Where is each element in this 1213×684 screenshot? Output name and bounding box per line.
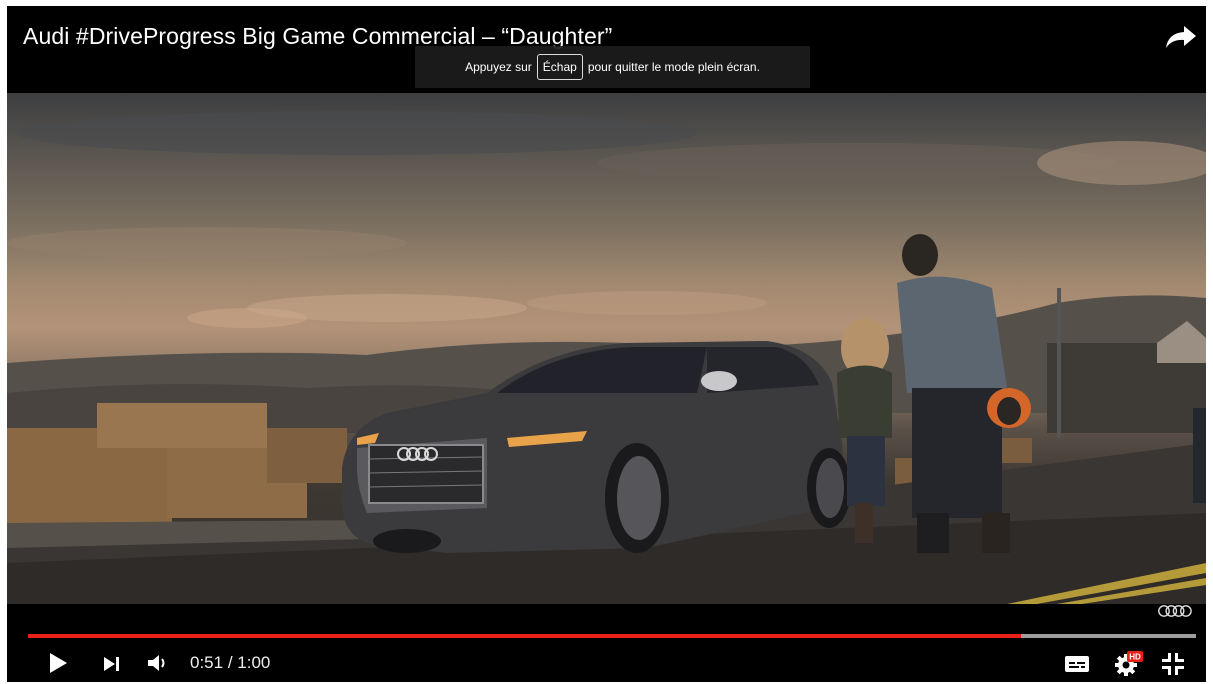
exit-fullscreen-icon — [1162, 653, 1184, 675]
time-display: 0:51 / 1:00 — [190, 653, 270, 673]
play-icon — [50, 653, 67, 673]
video-scene — [7, 111, 1206, 604]
share-button[interactable] — [1164, 22, 1198, 52]
volume-icon — [148, 655, 165, 671]
duration: 1:00 — [237, 653, 271, 672]
subtitles-icon — [1065, 656, 1089, 672]
hd-badge-label: HD — [1129, 653, 1141, 662]
subtitles-button[interactable] — [1064, 654, 1090, 674]
notice-text-before: Appuyez sur — [465, 60, 532, 74]
audi-rings-logo — [1158, 605, 1192, 617]
exit-fullscreen-button[interactable] — [1161, 652, 1185, 676]
next-button[interactable] — [101, 655, 123, 673]
volume-button[interactable] — [145, 652, 169, 674]
next-icon — [104, 657, 119, 671]
share-icon — [1166, 26, 1196, 48]
settings-button[interactable]: HD — [1113, 649, 1145, 677]
current-time: 0:51 — [190, 653, 224, 672]
play-button[interactable] — [45, 652, 71, 674]
time-separator: / — [227, 653, 233, 672]
video-player[interactable]: Audi #DriveProgress Big Game Commercial … — [7, 6, 1206, 682]
settings-icon: HD — [1115, 651, 1143, 676]
progress-bar[interactable] — [28, 634, 1196, 638]
progress-played — [28, 634, 1021, 638]
fullscreen-exit-notice: Appuyez sur Échap pour quitter le mode p… — [415, 46, 810, 88]
esc-key-badge: Échap — [536, 54, 583, 80]
video-frame[interactable] — [7, 93, 1206, 604]
notice-text-after: pour quitter le mode plein écran. — [587, 60, 760, 74]
